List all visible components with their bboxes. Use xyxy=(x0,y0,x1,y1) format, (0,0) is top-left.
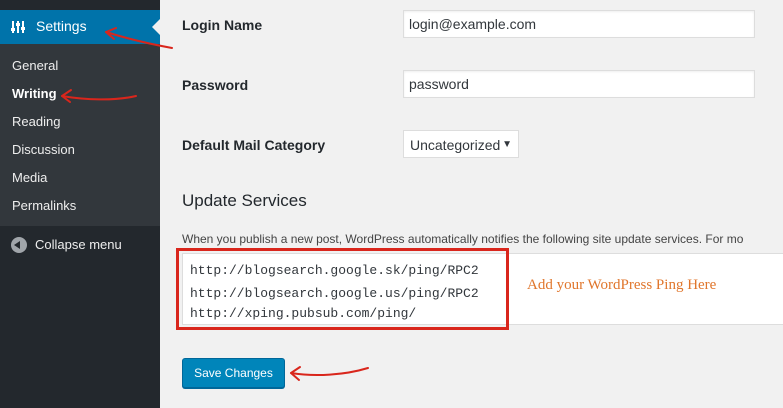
annotation-arrow-writing xyxy=(61,95,137,101)
annotation-arrow-settings xyxy=(105,31,173,49)
annotation-arrows xyxy=(61,27,369,381)
annotation-arrow-save xyxy=(290,367,369,377)
